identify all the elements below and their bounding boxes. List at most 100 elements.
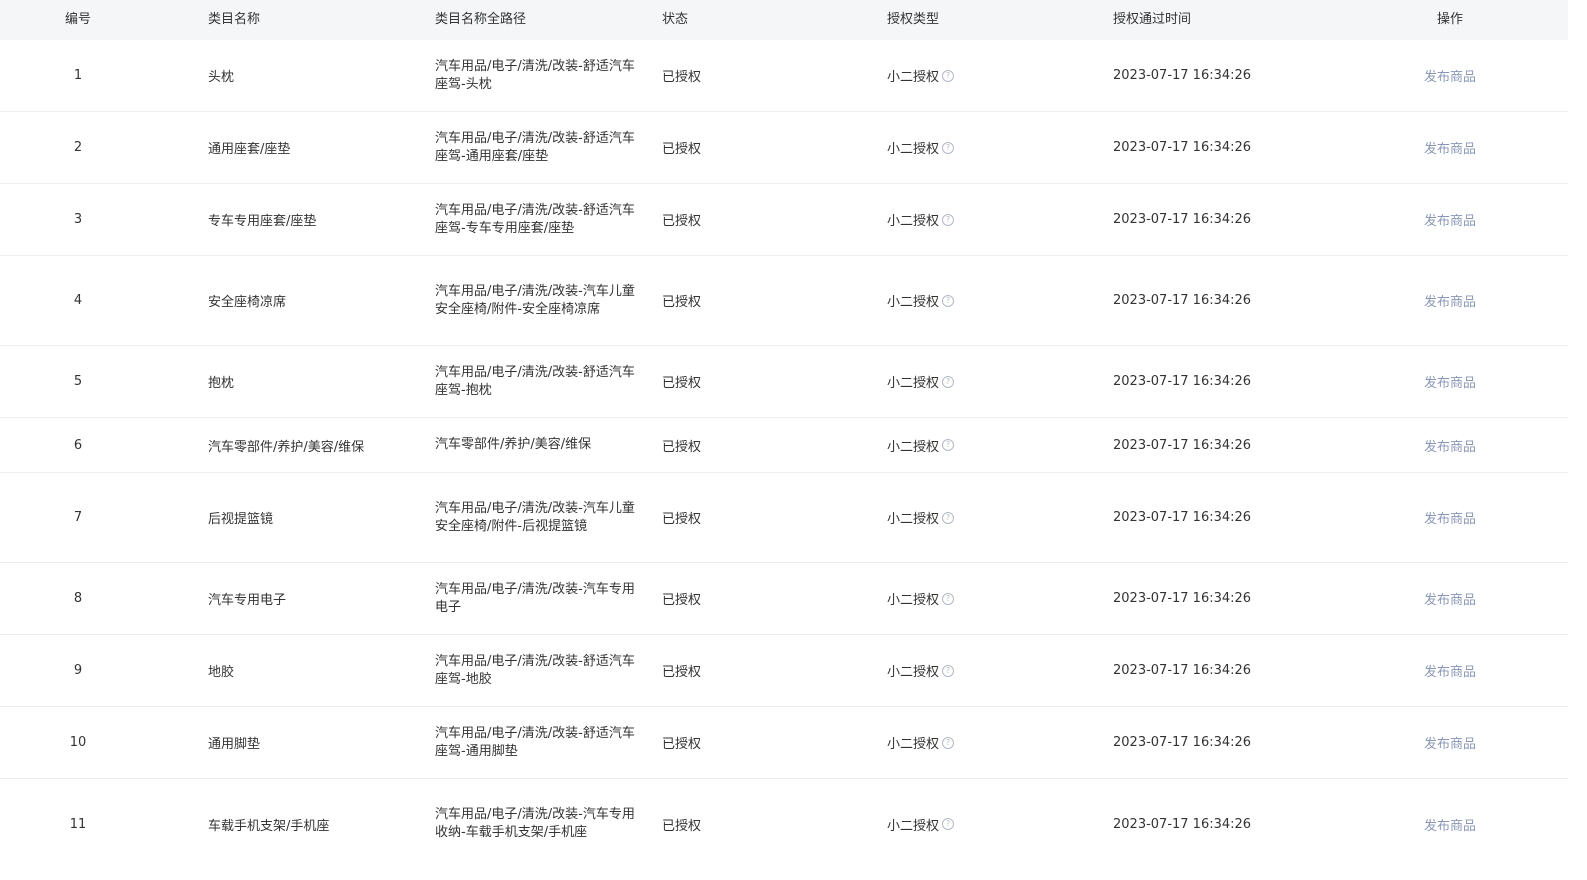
row-status: 已授权 (662, 214, 702, 229)
row-auth-type: 小二授权? (887, 346, 1087, 417)
row-path-text: 汽车用品/电子/清洗/改装-汽车儿童安全座椅/附件-安全座椅凉席 (435, 283, 635, 317)
row-time: 2023-07-17 16:34:26 (1113, 510, 1252, 525)
row-path: 汽车用品/电子/清洗/改装-舒适汽车座驾-专车专用座套/座垫 (435, 184, 635, 255)
row-auth-type-text: 小二授权 (887, 214, 940, 229)
header-auth-type: 授权类型 (887, 12, 940, 27)
row-status: 已授权 (662, 142, 702, 157)
table-row: 7 后视提篮镜 汽车用品/电子/清洗/改装-汽车儿童安全座椅/附件-后视提篮镜 … (0, 473, 1568, 563)
publish-product-link[interactable]: 发布商品 (1410, 779, 1490, 869)
row-name: 汽车专用电子 (208, 593, 287, 608)
question-circle-icon[interactable]: ? (942, 69, 955, 82)
row-status: 已授权 (662, 512, 702, 527)
question-circle-icon[interactable]: ? (942, 736, 955, 749)
publish-product-link[interactable]: 发布商品 (1410, 112, 1490, 183)
table-row: 1 头枕 汽车用品/电子/清洗/改装-舒适汽车座驾-头枕 已授权 小二授权? 2… (0, 40, 1568, 112)
row-path-text: 汽车用品/电子/清洗/改装-汽车专用收纳-车载手机支架/手机座 (435, 807, 635, 840)
row-time: 2023-07-17 16:34:26 (1113, 437, 1252, 453)
row-name: 汽车零部件/养护/美容/维保 (208, 439, 365, 455)
row-num: 1 (73, 68, 83, 83)
row-name: 车载手机支架/手机座 (208, 818, 330, 834)
row-path: 汽车用品/电子/清洗/改装-汽车专用收纳-车载手机支架/手机座 (435, 779, 635, 869)
row-time: 2023-07-17 16:34:26 (1113, 663, 1252, 678)
question-circle-icon[interactable]: ? (942, 375, 955, 388)
row-status: 已授权 (662, 737, 702, 752)
table-body: 1 头枕 汽车用品/电子/清洗/改装-舒适汽车座驾-头枕 已授权 小二授权? 2… (0, 40, 1568, 869)
table-row: 6 汽车零部件/养护/美容/维保 汽车零部件/养护/美容/维保 已授权 小二授权… (0, 418, 1568, 473)
question-circle-icon[interactable]: ? (942, 141, 955, 154)
row-auth-type-text: 小二授权 (887, 70, 940, 85)
question-circle-icon[interactable]: ? (942, 664, 955, 677)
row-auth-type: 小二授权? (887, 779, 1087, 869)
question-circle-icon[interactable]: ? (942, 439, 955, 451)
row-time: 2023-07-17 16:34:26 (1113, 293, 1252, 308)
question-circle-icon[interactable]: ? (942, 213, 955, 226)
publish-product-link[interactable]: 发布商品 (1410, 346, 1490, 417)
table-row: 9 地胶 汽车用品/电子/清洗/改装-舒适汽车座驾-地胶 已授权 小二授权? 2… (0, 635, 1568, 707)
publish-product-link[interactable]: 发布商品 (1410, 256, 1490, 345)
row-status: 已授权 (662, 439, 702, 455)
question-circle-icon[interactable]: ? (942, 592, 955, 605)
publish-product-link[interactable]: 发布商品 (1410, 635, 1490, 706)
row-auth-type: 小二授权? (887, 563, 1087, 634)
row-auth-type-text: 小二授权 (887, 593, 940, 608)
row-time: 2023-07-17 16:34:26 (1113, 68, 1252, 83)
header-action: 操作 (1436, 12, 1463, 27)
question-circle-icon[interactable]: ? (942, 511, 955, 524)
row-auth-type: 小二授权? (887, 184, 1087, 255)
row-status: 已授权 (662, 376, 702, 391)
row-path-text: 汽车零部件/养护/美容/维保 (435, 437, 592, 452)
question-circle-icon[interactable]: ? (942, 294, 955, 307)
row-path: 汽车用品/电子/清洗/改装-舒适汽车座驾-地胶 (435, 635, 635, 706)
row-path: 汽车用品/电子/清洗/改装-舒适汽车座驾-通用脚垫 (435, 707, 635, 778)
row-path-text: 汽车用品/电子/清洗/改装-舒适汽车座驾-通用脚垫 (435, 725, 635, 759)
row-path: 汽车用品/电子/清洗/改装-汽车儿童安全座椅/附件-后视提篮镜 (435, 473, 635, 562)
row-auth-type: 小二授权? (887, 256, 1087, 345)
row-auth-type-text: 小二授权 (887, 376, 940, 391)
row-path-text: 汽车用品/电子/清洗/改装-汽车专用电子 (435, 581, 635, 615)
row-time: 2023-07-17 16:34:26 (1113, 591, 1252, 606)
row-num: 6 (73, 437, 83, 453)
row-auth-type-text: 小二授权 (887, 512, 940, 527)
table-row: 11 车载手机支架/手机座 汽车用品/电子/清洗/改装-汽车专用收纳-车载手机支… (0, 779, 1568, 869)
row-path: 汽车用品/电子/清洗/改装-舒适汽车座驾-通用座套/座垫 (435, 112, 635, 183)
row-num: 10 (69, 735, 87, 750)
row-name: 安全座椅凉席 (208, 295, 287, 310)
row-name: 地胶 (208, 665, 235, 680)
row-auth-type-text: 小二授权 (887, 439, 940, 455)
row-auth-type-text: 小二授权 (887, 142, 940, 157)
row-num: 4 (73, 293, 83, 308)
row-num: 8 (73, 591, 83, 606)
table-row: 10 通用脚垫 汽车用品/电子/清洗/改装-舒适汽车座驾-通用脚垫 已授权 小二… (0, 707, 1568, 779)
row-auth-type-text: 小二授权 (887, 665, 940, 680)
row-time: 2023-07-17 16:34:26 (1113, 140, 1252, 155)
table-row: 3 专车专用座套/座垫 汽车用品/电子/清洗/改装-舒适汽车座驾-专车专用座套/… (0, 184, 1568, 256)
publish-product-link[interactable]: 发布商品 (1410, 707, 1490, 778)
row-num: 7 (73, 510, 83, 525)
category-auth-table: 编号 类目名称 类目名称全路径 状态 授权类型 授权通过时间 操作 1 头枕 汽… (0, 0, 1568, 869)
row-time: 2023-07-17 16:34:26 (1113, 735, 1252, 750)
row-status: 已授权 (662, 295, 702, 310)
header-name: 类目名称 (208, 12, 261, 27)
publish-product-link[interactable]: 发布商品 (1410, 40, 1490, 111)
row-num: 5 (73, 374, 83, 389)
row-name: 抱枕 (208, 376, 235, 391)
row-num: 9 (73, 663, 83, 678)
publish-product-link[interactable]: 发布商品 (1410, 563, 1490, 634)
row-name: 头枕 (208, 70, 235, 85)
table-row: 5 抱枕 汽车用品/电子/清洗/改装-舒适汽车座驾-抱枕 已授权 小二授权? 2… (0, 346, 1568, 418)
publish-product-link[interactable]: 发布商品 (1410, 418, 1490, 472)
row-name: 专车专用座套/座垫 (208, 214, 317, 229)
row-path: 汽车用品/电子/清洗/改装-汽车儿童安全座椅/附件-安全座椅凉席 (435, 256, 635, 345)
row-path: 汽车零部件/养护/美容/维保 (435, 418, 635, 472)
publish-product-link[interactable]: 发布商品 (1410, 473, 1490, 562)
row-status: 已授权 (662, 593, 702, 608)
row-time: 2023-07-17 16:34:26 (1113, 374, 1252, 389)
row-path-text: 汽车用品/电子/清洗/改装-舒适汽车座驾-地胶 (435, 653, 635, 687)
row-auth-type: 小二授权? (887, 112, 1087, 183)
row-path-text: 汽车用品/电子/清洗/改装-舒适汽车座驾-通用座套/座垫 (435, 130, 635, 164)
header-num: 编号 (64, 12, 91, 27)
row-status: 已授权 (662, 70, 702, 85)
row-num: 3 (73, 212, 83, 227)
question-circle-icon[interactable]: ? (942, 818, 955, 830)
publish-product-link[interactable]: 发布商品 (1410, 184, 1490, 255)
